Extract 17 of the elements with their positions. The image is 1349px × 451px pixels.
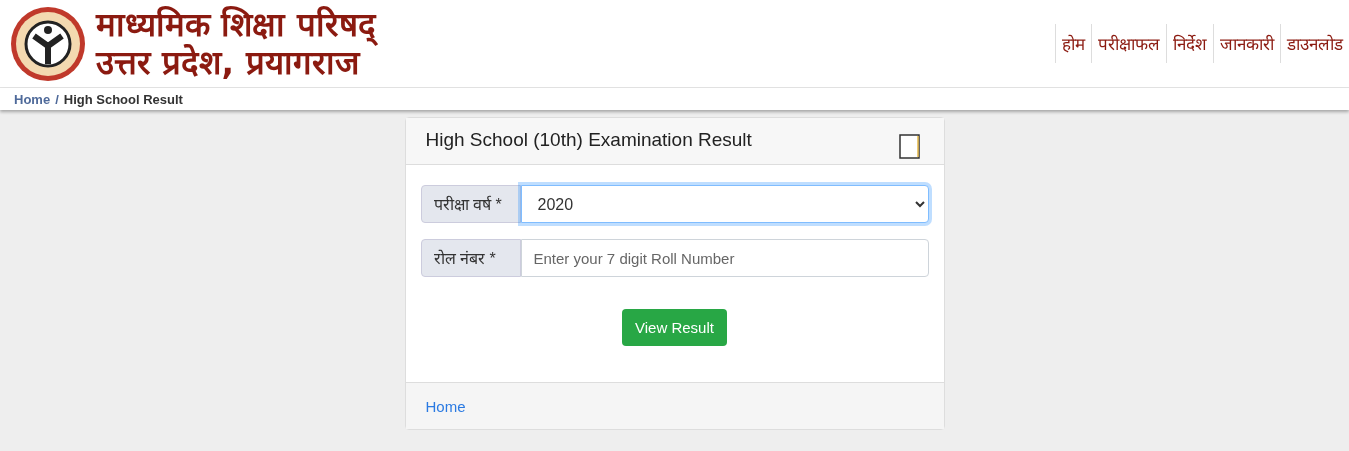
field-label: रोल नंबर * bbox=[420, 239, 521, 277]
card-title: High School (10th) Examination Result bbox=[425, 129, 752, 151]
breadcrumb-separator: / bbox=[55, 92, 59, 107]
field-label: परीक्षा वर्ष * bbox=[420, 185, 521, 223]
roll-number-field[interactable]: Enter your 7 digit Roll Number bbox=[520, 239, 929, 277]
site-title: माध्यमिक शिक्षा परिषद् bbox=[96, 5, 376, 44]
breadcrumb-current: High School Result bbox=[63, 92, 183, 107]
year-select[interactable]: 2020 bbox=[520, 185, 929, 223]
nav-link[interactable]: निर्देश bbox=[1166, 24, 1213, 63]
site-subtitle: उत्तर प्रदेश, प्रयागराज bbox=[96, 43, 361, 82]
image-placeholder-icon bbox=[898, 134, 920, 159]
nav-link[interactable]: डाउनलोड bbox=[1280, 24, 1349, 63]
home-link[interactable]: Home bbox=[425, 398, 466, 415]
nav-link[interactable]: जानकारी bbox=[1213, 24, 1280, 63]
nav-link[interactable]: होम bbox=[1055, 24, 1091, 63]
nav-link[interactable]: परीक्षाफल bbox=[1091, 24, 1166, 63]
breadcrumb-link[interactable]: Home bbox=[14, 92, 51, 107]
